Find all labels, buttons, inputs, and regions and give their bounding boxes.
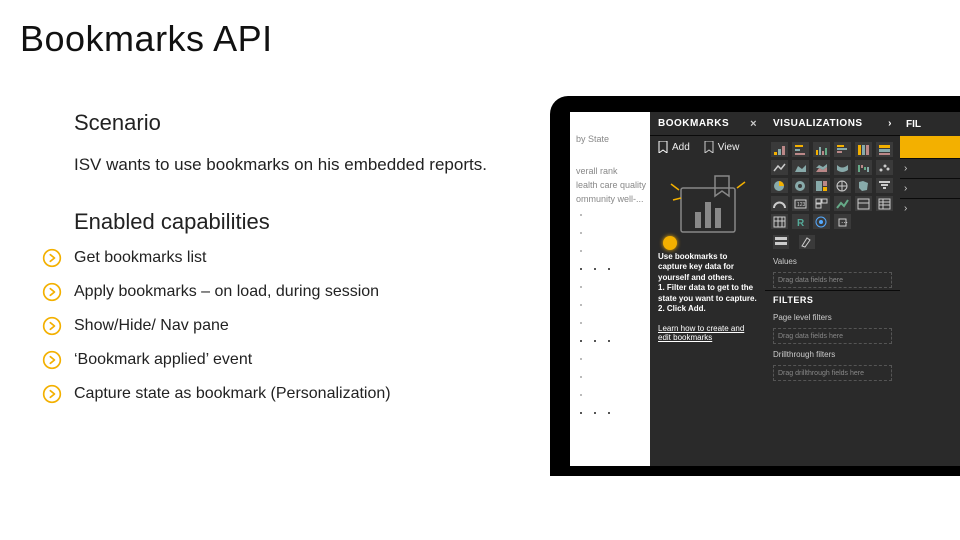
viz-table-icon[interactable]	[876, 196, 893, 211]
viz-treemap-icon[interactable]	[813, 178, 830, 193]
viz-filled-map-icon[interactable]	[855, 178, 872, 193]
viz-scatter-icon[interactable]	[876, 160, 893, 175]
report-line: verall rank	[576, 166, 650, 180]
page-filter-drop[interactable]: Drag data fields here	[773, 328, 892, 344]
filter-row: Drillthrough filters	[765, 346, 900, 363]
content-left: Scenario ISV wants to use bookmarks on h…	[74, 110, 524, 419]
field-row[interactable]: ›	[900, 178, 960, 198]
viz-panel-title: VISUALIZATIONS	[773, 118, 863, 129]
fields-panel-title: FIL	[900, 112, 960, 136]
cap-text: ‘Bookmark applied’ event	[74, 351, 252, 369]
chevron-right-icon	[42, 248, 62, 268]
learn-bookmarks-link[interactable]: Learn how to create and edit bookmarks	[650, 320, 765, 346]
report-line: lealth care quality	[576, 180, 650, 194]
bookmark-view-icon	[704, 141, 714, 153]
chevron-right-icon	[42, 350, 62, 370]
chevron-right-icon	[42, 316, 62, 336]
filter-row: Page level filters	[765, 309, 900, 326]
svg-text:123: 123	[797, 202, 806, 208]
list-item: Apply bookmarks – on load, during sessio…	[74, 283, 524, 301]
svg-text:⋯: ⋯	[841, 220, 848, 227]
viz-line-icon[interactable]	[771, 160, 788, 175]
capabilities-heading: Enabled capabilities	[74, 209, 524, 235]
add-bookmark-button[interactable]: Add	[658, 141, 690, 153]
scenario-heading: Scenario	[74, 110, 524, 136]
viz-area-icon[interactable]	[792, 160, 809, 175]
bookmark-add-icon	[658, 141, 668, 153]
viz-matrix-icon[interactable]	[771, 214, 788, 229]
scenario-text: ISV wants to use bookmarks on his embedd…	[74, 150, 524, 181]
viz-map-icon[interactable]	[834, 178, 851, 193]
bookmarks-panel-title: BOOKMARKS	[658, 118, 729, 129]
viz-donut-icon[interactable]	[792, 178, 809, 193]
values-label: Values	[765, 253, 900, 270]
viz-clustered-bar-icon[interactable]	[813, 142, 830, 157]
viz-import-icon[interactable]: ⋯	[834, 214, 851, 229]
list-item: Get bookmarks list	[74, 249, 524, 267]
filters-heading: FILTERS	[765, 290, 900, 309]
viz-ribbon-icon[interactable]	[834, 160, 851, 175]
visualizations-panel: VISUALIZATIONS ›	[765, 112, 900, 466]
viz-r-icon[interactable]: R	[792, 214, 809, 229]
cap-text: Apply bookmarks – on load, during sessio…	[74, 283, 379, 301]
values-drop-area[interactable]: Drag data fields here	[773, 272, 892, 288]
add-label: Add	[672, 142, 690, 153]
fields-tab-icon[interactable]	[773, 235, 789, 249]
report-canvas-edge: by State verall rank lealth care quality…	[570, 112, 650, 466]
format-tab-icon[interactable]	[799, 235, 815, 249]
view-bookmark-button[interactable]: View	[704, 141, 740, 153]
bookmark-illustration	[665, 166, 751, 246]
fields-panel-sliver: FIL › › ›	[900, 112, 960, 466]
chevron-right-icon	[42, 282, 62, 302]
svg-text:R: R	[797, 218, 805, 228]
drillthrough-drop[interactable]: Drag drillthrough fields here	[773, 365, 892, 381]
cap-text: Get bookmarks list	[74, 249, 206, 267]
viz-stacked-area-icon[interactable]	[813, 160, 830, 175]
viz-funnel-icon[interactable]	[876, 178, 893, 193]
list-item: Capture state as bookmark (Personalizati…	[74, 385, 524, 403]
viz-pie-icon[interactable]	[771, 178, 788, 193]
laptop-mockup: by State verall rank lealth care quality…	[550, 96, 960, 476]
viz-arcgis-icon[interactable]	[813, 214, 830, 229]
capabilities-list: Get bookmarks list Apply bookmarks – on …	[74, 249, 524, 403]
viz-stacked-bar-icon[interactable]	[771, 142, 788, 157]
viz-kpi-icon[interactable]	[834, 196, 851, 211]
viz-multi-card-icon[interactable]	[813, 196, 830, 211]
close-icon[interactable]: ×	[750, 118, 757, 130]
viz-clustered-bar-h-icon[interactable]	[834, 142, 851, 157]
cap-text: Show/Hide/ Nav pane	[74, 317, 229, 335]
report-line: by State	[576, 134, 650, 148]
chevron-right-icon	[42, 384, 62, 404]
accent-dot-icon	[663, 236, 677, 250]
bookmarks-panel: BOOKMARKS × Add View	[650, 112, 765, 466]
view-label: View	[718, 142, 740, 153]
cap-text: Capture state as bookmark (Personalizati…	[74, 385, 391, 403]
viz-card-icon[interactable]: 123	[792, 196, 809, 211]
list-item: Show/Hide/ Nav pane	[74, 317, 524, 335]
field-row[interactable]: ›	[900, 198, 960, 218]
viz-slicer-icon[interactable]	[855, 196, 872, 211]
viz-waterfall-icon[interactable]	[855, 160, 872, 175]
report-line: ommunity well-...	[576, 194, 650, 208]
bookmark-tip: Use bookmarks to capture key data for yo…	[650, 246, 765, 320]
viz-gallery: 123 R ⋯	[765, 136, 900, 231]
viz-gauge-icon[interactable]	[771, 196, 788, 211]
chevron-right-icon[interactable]: ›	[888, 118, 892, 129]
list-item: ‘Bookmark applied’ event	[74, 351, 524, 369]
page-title: Bookmarks API	[20, 18, 273, 60]
viz-100-stacked-h-icon[interactable]	[876, 142, 893, 157]
viz-stacked-bar-h-icon[interactable]	[792, 142, 809, 157]
field-row[interactable]: ›	[900, 158, 960, 178]
field-format-tabs	[765, 231, 900, 253]
viz-100-stacked-icon[interactable]	[855, 142, 872, 157]
